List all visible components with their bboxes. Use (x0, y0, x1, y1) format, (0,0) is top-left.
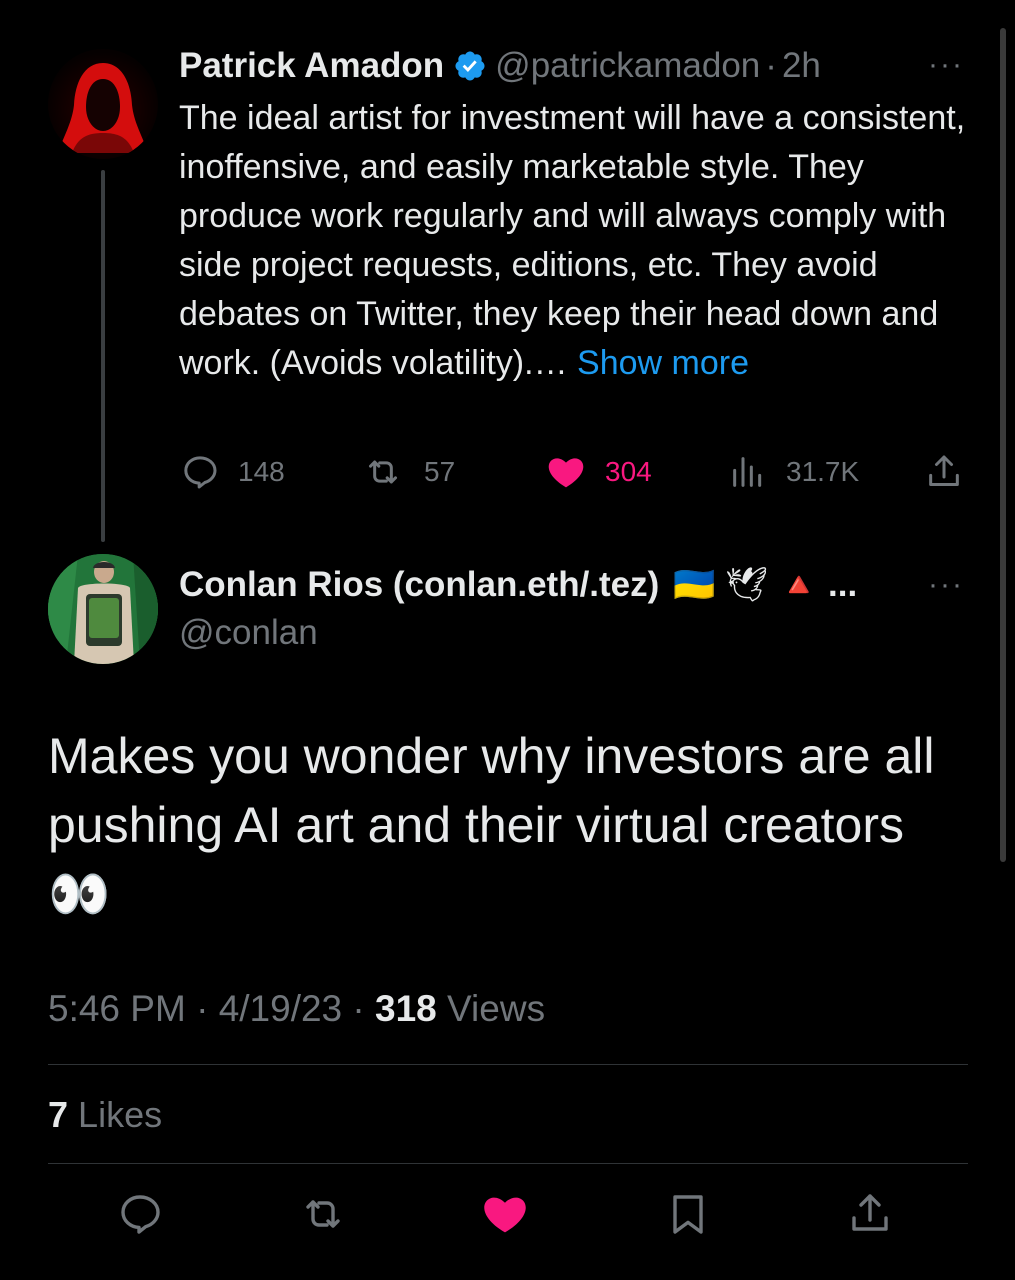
main-tweet-text: Makes you wonder why investors are all p… (48, 722, 968, 929)
tweet-metadata: 5:46 PM · 4/19/23 · 318 Views (48, 988, 545, 1030)
tweet-date[interactable]: 4/19/23 (219, 988, 342, 1029)
reply-button[interactable] (116, 1190, 164, 1243)
main-tweet-body: Makes you wonder why investors are all p… (48, 728, 935, 853)
bookmark-icon (673, 1195, 703, 1234)
retweet-icon (306, 1200, 340, 1228)
likes-total: 7 (48, 1094, 69, 1135)
views-button[interactable]: 31.7K (728, 452, 859, 492)
person-with-backpack-photo-icon (48, 554, 158, 664)
share-upload-icon (929, 455, 959, 486)
divider (48, 1163, 968, 1164)
views-bar-chart-icon (733, 457, 762, 487)
parent-author-name[interactable]: Patrick Amadon (179, 46, 444, 86)
red-hood-figure-icon (58, 63, 148, 153)
like-button[interactable] (480, 1190, 530, 1243)
name-ellipsis: ... (828, 565, 858, 604)
heart-icon (484, 1197, 526, 1233)
retweet-count: 57 (424, 456, 456, 487)
retweet-button[interactable]: 57 (360, 452, 455, 492)
scrollbar[interactable] (1000, 28, 1006, 862)
reply-bubble-icon (184, 456, 217, 489)
reply-button[interactable]: 148 (180, 452, 285, 492)
parent-more-options-icon[interactable]: ··· (928, 48, 964, 82)
retweet-icon (369, 460, 397, 484)
parent-handle[interactable]: @patrickamadon (495, 46, 760, 86)
name-emojis: 🇺🇦 🕊 🔺 (673, 566, 821, 604)
reply-count: 148 (238, 456, 285, 487)
thread-connector-line (101, 170, 105, 542)
conlan-avatar[interactable] (48, 554, 158, 664)
main-tweet-header: Conlan Rios (conlan.eth/.tez) 🇺🇦 🕊 🔺 ... (179, 563, 857, 607)
parent-tweet-body: The ideal artist for investment will hav… (179, 99, 966, 382)
retweet-button[interactable] (296, 1190, 350, 1243)
likes-summary[interactable]: 7 Likes (48, 1094, 162, 1136)
likes-label: Likes (78, 1094, 163, 1135)
views-total: 318 (375, 988, 437, 1029)
main-author-name[interactable]: Conlan Rios (conlan.eth/.tez) (179, 565, 659, 605)
main-handle[interactable]: @conlan (179, 613, 318, 653)
share-button[interactable] (924, 452, 982, 492)
verified-badge-icon (453, 49, 487, 83)
show-more-link[interactable]: Show more (577, 344, 749, 382)
divider (48, 1064, 968, 1065)
heart-icon (548, 458, 584, 488)
parent-timestamp[interactable]: 2h (782, 46, 821, 86)
like-count: 304 (605, 456, 652, 487)
share-upload-icon (852, 1194, 888, 1231)
parent-tweet-text: The ideal artist for investment will hav… (179, 94, 969, 388)
meta-separator: · (352, 988, 365, 1029)
share-button[interactable] (846, 1190, 894, 1243)
views-count: 31.7K (786, 456, 860, 487)
tweet-time[interactable]: 5:46 PM (48, 988, 186, 1029)
like-button[interactable]: 304 (545, 452, 652, 492)
patrick-avatar[interactable] (48, 49, 158, 159)
main-more-options-icon[interactable]: ··· (928, 568, 964, 602)
header-separator: · (765, 46, 777, 85)
bookmark-button[interactable] (664, 1190, 712, 1243)
parent-tweet-header: Patrick Amadon @patrickamadon · 2h (179, 44, 821, 88)
views-label: Views (447, 988, 546, 1029)
meta-separator: · (196, 988, 209, 1029)
eyes-emoji: 👀 (48, 866, 111, 922)
reply-bubble-icon (121, 1195, 160, 1234)
